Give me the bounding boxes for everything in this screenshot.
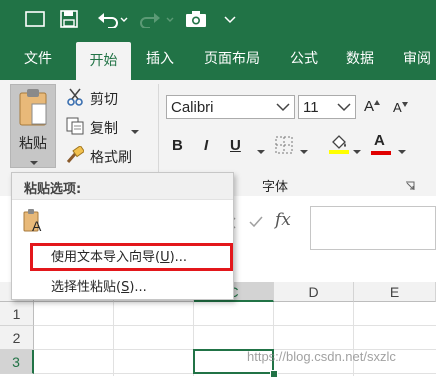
- font-name-combo[interactable]: Calibri: [166, 95, 295, 119]
- paste-special-item[interactable]: 选择性粘贴(S)...: [45, 273, 233, 297]
- insert-function-button[interactable]: fx: [275, 210, 291, 230]
- camera-icon[interactable]: [184, 8, 208, 30]
- scissors-icon[interactable]: [66, 88, 84, 110]
- chevron-down-icon[interactable]: [131, 124, 139, 139]
- chevron-down-icon[interactable]: [257, 144, 265, 159]
- tab-home[interactable]: 开始: [76, 42, 131, 80]
- tab-review[interactable]: 审阅: [392, 38, 436, 80]
- ribbon-tabs: 文件 开始 插入 页面布局 公式 数据 审阅: [0, 38, 436, 80]
- fill-handle[interactable]: [270, 370, 278, 378]
- caret-down-icon: [402, 96, 408, 111]
- underline-button[interactable]: U: [230, 137, 241, 154]
- fill-color-icon[interactable]: [329, 133, 349, 159]
- redo-icon[interactable]: [140, 8, 176, 30]
- chevron-down-icon[interactable]: [353, 144, 361, 159]
- font-group-label: 字体: [262, 180, 289, 195]
- gridline: [34, 325, 436, 326]
- font-color-button[interactable]: A: [374, 132, 385, 149]
- quick-access-toolbar: [0, 0, 436, 38]
- column-header-e[interactable]: E: [354, 282, 436, 302]
- bold-button[interactable]: B: [172, 137, 183, 154]
- copy-button[interactable]: 复制: [90, 118, 118, 138]
- font-size-value: 11: [303, 99, 319, 116]
- tab-insert[interactable]: 插入: [136, 38, 184, 80]
- paste-button[interactable]: 粘贴: [10, 84, 56, 168]
- font-color-swatch: [371, 151, 391, 155]
- increase-font-size-button[interactable]: A: [364, 98, 374, 115]
- menu-item-text: 选择性粘贴(: [51, 280, 122, 295]
- column-header-d[interactable]: D: [274, 282, 354, 302]
- tab-data[interactable]: 数据: [336, 38, 384, 80]
- window-icon[interactable]: [24, 8, 46, 30]
- menu-header: 粘贴选项:: [12, 173, 233, 200]
- row-header-2[interactable]: 2: [0, 326, 34, 350]
- clipboard-icon: [19, 89, 47, 131]
- italic-button[interactable]: I: [204, 137, 208, 154]
- gridline: [113, 302, 114, 376]
- paste-options-menu: 粘贴选项: A 使用文本导入向导(U)... 选择性粘贴(S)...: [11, 172, 234, 300]
- row-header-3[interactable]: 3: [0, 350, 34, 374]
- tab-file[interactable]: 文件: [10, 38, 66, 80]
- paste-text-only-icon[interactable]: A: [23, 209, 45, 237]
- chevron-down-icon: [337, 101, 351, 116]
- format-painter-button[interactable]: 格式刷: [90, 147, 132, 167]
- tab-formulas[interactable]: 公式: [280, 38, 328, 80]
- undo-icon[interactable]: [94, 8, 130, 30]
- chevron-down-icon: [29, 155, 39, 170]
- gridline: [353, 302, 354, 376]
- save-icon[interactable]: [58, 8, 80, 30]
- font-size-combo[interactable]: 11: [298, 95, 356, 119]
- formula-input[interactable]: [310, 206, 436, 250]
- highlight-box: [30, 243, 233, 271]
- chevron-down-icon[interactable]: [398, 144, 406, 159]
- menu-item-label: 选择性粘贴(S)...: [51, 276, 147, 295]
- font-name-value: Calibri: [171, 99, 214, 116]
- borders-icon[interactable]: [275, 136, 293, 158]
- format-painter-icon[interactable]: [66, 144, 86, 168]
- chevron-down-icon[interactable]: [300, 144, 308, 159]
- cut-button[interactable]: 剪切: [90, 89, 118, 109]
- paste-label: 粘贴: [19, 136, 47, 152]
- decrease-font-size-button[interactable]: A: [393, 100, 402, 115]
- menu-item-suffix: )...: [129, 280, 147, 295]
- row-header-1[interactable]: 1: [0, 302, 34, 326]
- caret-up-icon: [374, 94, 380, 109]
- tab-page-layout[interactable]: 页面布局: [192, 38, 272, 80]
- dialog-launcher-icon[interactable]: [405, 180, 415, 195]
- watermark: https://blog.csdn.net/sxzlc: [247, 349, 396, 364]
- chevron-down-icon: [276, 101, 290, 116]
- enter-icon[interactable]: [249, 216, 263, 232]
- customize-icon[interactable]: [222, 8, 238, 30]
- menu-header-label: 粘贴选项:: [24, 182, 82, 197]
- copy-icon[interactable]: [66, 117, 84, 139]
- svg-text:A: A: [32, 218, 42, 233]
